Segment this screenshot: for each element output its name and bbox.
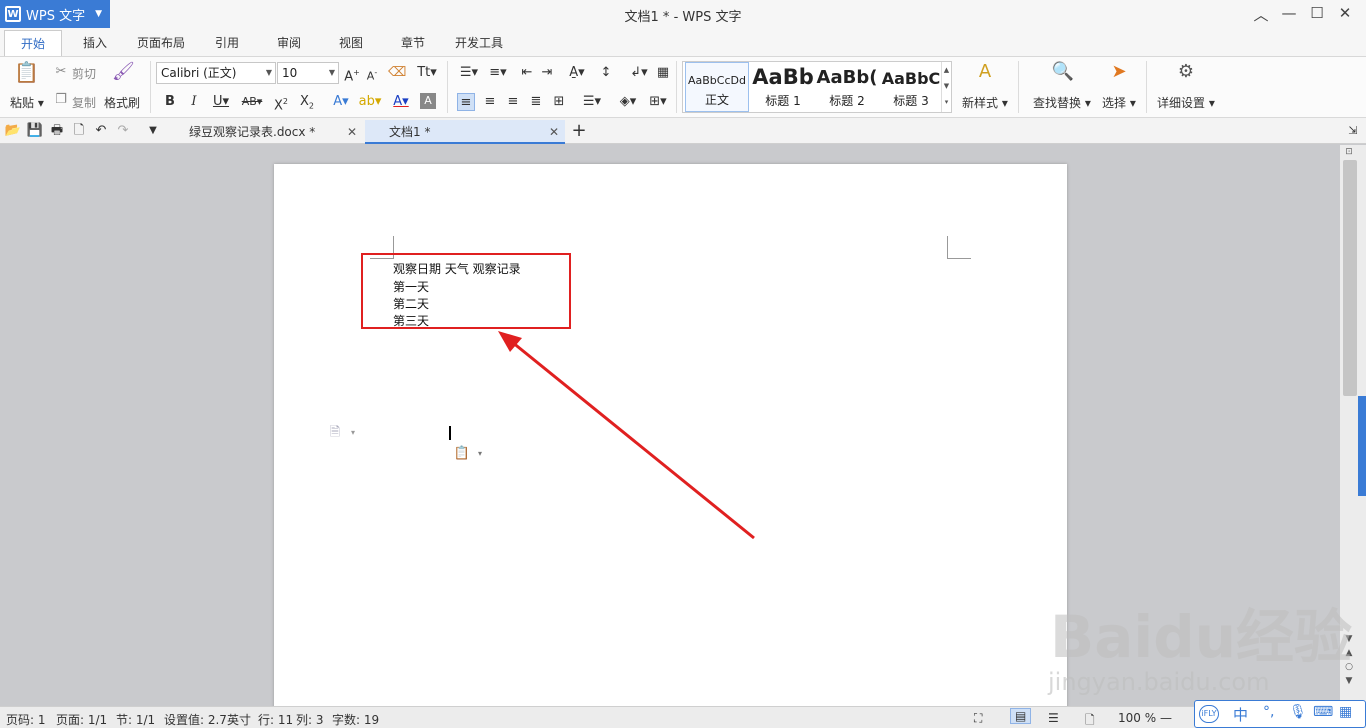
status-bar: 页码: 1 页面: 1/1 节: 1/1 设置值: 2.7英寸 行: 11 列:… <box>0 706 1366 728</box>
scroll-thumb[interactable] <box>1343 160 1357 396</box>
side-panel-toggle[interactable] <box>1358 396 1366 496</box>
punctuation-icon[interactable]: °, <box>1263 704 1274 720</box>
scroll-options-icon[interactable]: ⊡ <box>1342 147 1356 159</box>
status-row: 行: 11 <box>258 713 294 727</box>
paste-options-icon[interactable]: 📋 <box>453 445 471 463</box>
page-view-icon[interactable]: ▤ <box>1010 708 1032 724</box>
status-col: 列: 3 <box>296 713 324 727</box>
watermark-url: jingyan.baidu.com <box>1048 668 1270 696</box>
watermark-brand: Baidu经验 <box>1050 603 1353 671</box>
ifly-logo-icon[interactable]: iFLY <box>1199 705 1219 723</box>
keyboard-icon[interactable]: ⌨ <box>1313 704 1333 720</box>
status-word-count[interactable]: 字数: 19 <box>332 711 379 728</box>
ime-toolbar: iFLY 中 °, 🎙 ⌨ ▦ <box>1194 700 1366 728</box>
chevron-down-icon[interactable]: ▾ <box>471 445 489 463</box>
text-cursor <box>449 426 451 440</box>
page-icon[interactable]: 🗎 <box>326 424 344 442</box>
status-page-code: 页码: 1 <box>6 713 46 727</box>
microphone-icon[interactable]: 🎙 <box>1289 704 1307 720</box>
ime-language[interactable]: 中 <box>1233 704 1248 725</box>
web-view-icon[interactable]: 🗋 <box>1085 711 1095 728</box>
status-page: 页面: 1/1 <box>56 713 108 727</box>
zoom-out-icon[interactable]: — <box>1160 711 1172 725</box>
status-section: 节: 1/1 <box>116 713 156 727</box>
outline-view-icon[interactable]: ☰ <box>1048 711 1059 725</box>
chevron-down-icon[interactable]: ▾ <box>344 424 362 442</box>
ime-menu-icon[interactable]: ▦ <box>1339 704 1352 720</box>
status-setting: 设置值: 2.7英寸 <box>164 713 251 727</box>
fullscreen-icon[interactable]: ⛶ <box>974 711 982 726</box>
zoom-level[interactable]: 100 % <box>1118 711 1156 725</box>
